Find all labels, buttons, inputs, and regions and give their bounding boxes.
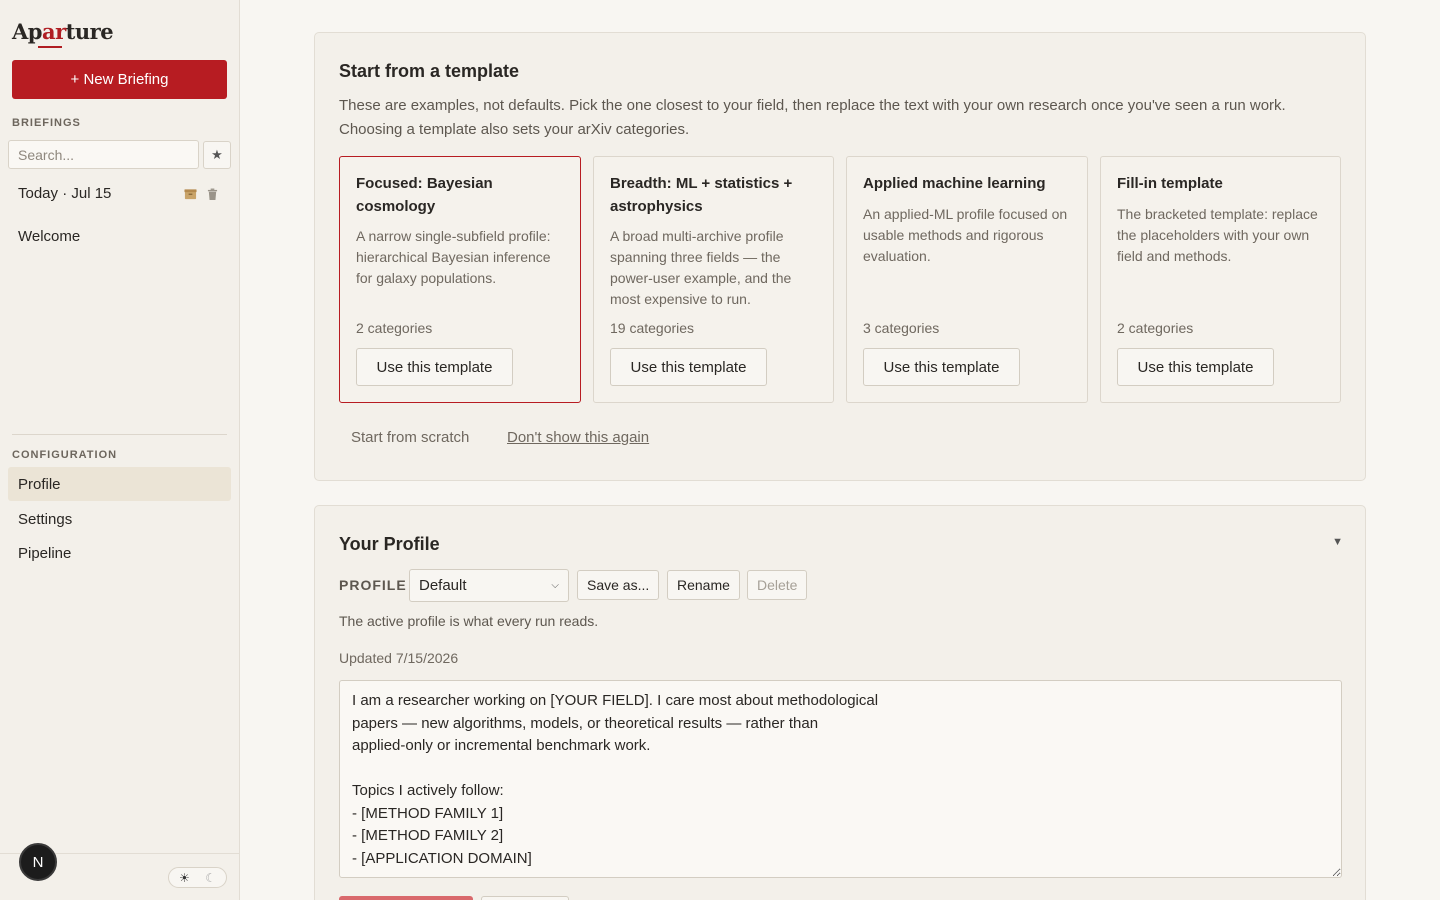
- star-filter-button[interactable]: ★: [203, 141, 231, 169]
- briefing-item-label: Today · Jul 15: [18, 185, 112, 202]
- chevron-down-icon: ⌵: [551, 580, 559, 591]
- template-categories: 2 categories: [1117, 320, 1194, 336]
- logo-prefix: Ap: [12, 19, 42, 44]
- template-categories: 2 categories: [356, 320, 433, 336]
- collapse-icon[interactable]: ▼: [1332, 536, 1343, 548]
- sidebar: Aparture + New Briefing BRIEFINGS ★ Toda…: [0, 0, 240, 900]
- sidebar-item-welcome[interactable]: Welcome: [18, 228, 80, 245]
- logo-suffix: ture: [65, 19, 114, 44]
- logo-mid: ar: [41, 19, 66, 44]
- template-name: Breadth: ML + statistics + astrophysics: [610, 175, 793, 215]
- rename-button[interactable]: Rename: [667, 570, 740, 600]
- sidebar-item-profile[interactable]: Profile: [8, 467, 231, 501]
- template-description: The bracketed template: replace the plac…: [1117, 206, 1318, 264]
- save-as-button[interactable]: Save as...: [577, 570, 660, 600]
- sun-icon: ☀: [179, 870, 190, 885]
- template-card-breadth[interactable]: Breadth: ML + statistics + astrophysics …: [593, 156, 834, 403]
- template-categories: 3 categories: [863, 320, 940, 336]
- template-name: Focused: Bayesian cosmology: [356, 175, 493, 215]
- use-template-button[interactable]: Use this template: [356, 348, 513, 386]
- profile-textarea[interactable]: [339, 680, 1342, 878]
- use-template-button[interactable]: Use this template: [863, 348, 1020, 386]
- sidebar-item-settings[interactable]: Settings: [8, 502, 231, 536]
- sidebar-item-pipeline[interactable]: Pipeline: [8, 536, 231, 570]
- nav-label: Pipeline: [18, 544, 72, 562]
- app-logo[interactable]: Aparture: [12, 19, 114, 44]
- sidebar-divider: [12, 434, 227, 435]
- template-categories: 19 categories: [610, 320, 695, 336]
- profile-card: Your Profile ▼ PROFILE Default ⌵ Save as…: [314, 505, 1366, 900]
- briefing-item-today[interactable]: Today · Jul 15: [18, 185, 228, 205]
- template-name: Applied machine learning: [863, 175, 1046, 192]
- profile-title: Your Profile: [339, 534, 440, 554]
- start-from-scratch-link[interactable]: Start from scratch: [351, 429, 469, 446]
- template-card-fill-in[interactable]: Fill-in template The bracketed template:…: [1100, 156, 1341, 403]
- secondary-button[interactable]: [481, 896, 569, 900]
- template-card-bayesian-cosmology[interactable]: Focused: Bayesian cosmology A narrow sin…: [339, 156, 581, 403]
- template-name: Fill-in template: [1117, 175, 1223, 192]
- archive-icon[interactable]: [184, 188, 197, 201]
- use-template-button[interactable]: Use this template: [610, 348, 767, 386]
- briefings-section-label: BRIEFINGS: [12, 117, 81, 129]
- templates-card: Start from a template These are examples…: [314, 32, 1366, 481]
- profile-select-value: Default: [419, 577, 467, 594]
- delete-button[interactable]: Delete: [747, 570, 808, 600]
- active-profile-note: The active profile is what every run rea…: [339, 613, 599, 629]
- briefings-search-input[interactable]: [8, 140, 199, 169]
- template-description: A narrow single-subfield profile: hierar…: [356, 228, 551, 286]
- templates-title: Start from a template: [339, 61, 520, 81]
- profile-select[interactable]: Default ⌵: [409, 569, 569, 602]
- new-briefing-button[interactable]: + New Briefing: [12, 60, 227, 99]
- save-profile-button[interactable]: [339, 896, 473, 900]
- trash-icon[interactable]: [207, 188, 218, 201]
- theme-toggle[interactable]: ☀ ☾: [168, 867, 227, 888]
- nav-label: Settings: [18, 510, 73, 528]
- configuration-section-label: CONFIGURATION: [12, 449, 118, 461]
- dont-show-again-link[interactable]: Don't show this again: [507, 429, 649, 446]
- user-avatar[interactable]: N: [19, 843, 57, 881]
- nav-label: Profile: [18, 475, 61, 493]
- templates-description: These are examples, not defaults. Pick t…: [339, 97, 1286, 138]
- star-icon: ★: [211, 147, 223, 162]
- updated-timestamp: Updated 7/15/2026: [339, 650, 459, 666]
- template-card-applied-ml[interactable]: Applied machine learning An applied-ML p…: [846, 156, 1088, 403]
- template-description: A broad multi-archive profile spanning t…: [610, 228, 792, 307]
- profile-label: PROFILE: [339, 577, 407, 593]
- use-template-button[interactable]: Use this template: [1117, 348, 1274, 386]
- moon-icon: ☾: [205, 870, 216, 885]
- template-description: An applied-ML profile focused on usable …: [863, 206, 1068, 264]
- logo-underline: [38, 46, 62, 48]
